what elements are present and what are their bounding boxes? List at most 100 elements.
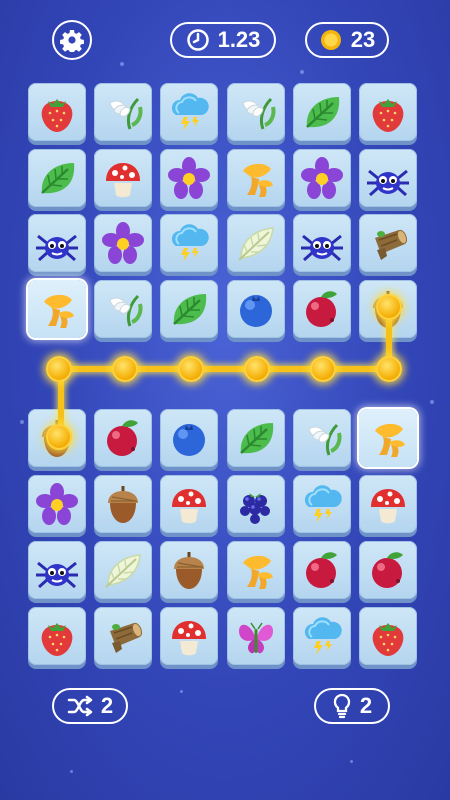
chanterelle-icon [243,555,273,589]
tile-blackberry[interactable] [227,475,285,533]
purple-flower-icon [301,157,343,199]
cranberry-icon [107,420,138,456]
spider-icon [301,234,343,262]
leaf-icon [41,163,75,194]
hint-button[interactable]: 2 [314,688,390,724]
strawberry-icon [41,623,73,656]
tile-chanterelle[interactable] [227,541,285,599]
mushroom-icon [106,163,140,198]
tile-feather[interactable] [94,541,152,599]
tile-storm-cloud[interactable] [293,607,351,665]
tile-strawberry[interactable] [359,607,417,665]
purple-flower-icon [168,157,210,199]
butterfly-icon [239,622,273,654]
leaf-icon [240,423,274,454]
tile-blueberry[interactable] [227,280,285,338]
tree-stump-icon [110,622,143,653]
tile-tree-stump[interactable] [94,607,152,665]
cranberry-icon [306,552,337,588]
tile-strawberry[interactable] [28,83,86,141]
tile-leaf[interactable] [160,280,218,338]
storm-cloud-icon [304,617,342,655]
clock-icon [186,29,209,51]
tile-mushroom[interactable] [359,475,417,533]
tile-mushroom[interactable] [94,149,152,207]
mushroom-icon [172,621,206,656]
blueberry-icon [240,295,272,327]
tile-snowdrop[interactable] [227,83,285,141]
tile-storm-cloud[interactable] [160,83,218,141]
tile-strawberry[interactable] [28,607,86,665]
hint-count: 2 [359,693,373,718]
purple-flower-icon [36,483,78,525]
mushroom-icon [172,489,206,524]
mushroom-icon [371,489,405,524]
tile-purple-flower[interactable] [94,214,152,272]
strawberry-icon [41,99,73,132]
tile-purple-flower[interactable] [293,149,351,207]
tile-leaf[interactable] [227,409,285,467]
tile-tree-stump[interactable] [359,214,417,272]
storm-cloud-icon [171,224,209,262]
storm-cloud-icon [171,93,209,131]
tile-cranberry[interactable] [293,280,351,338]
tile-cranberry[interactable] [293,541,351,599]
tile-cranberry[interactable] [94,409,152,467]
tile-spider[interactable] [28,214,86,272]
purple-flower-icon [102,222,144,264]
chanterelle-icon [243,163,273,197]
tile-cranberry[interactable] [359,541,417,599]
spider-icon [367,169,409,197]
tile-purple-flower[interactable] [160,149,218,207]
tile-leaf[interactable] [28,149,86,207]
tile-acorn[interactable] [160,541,218,599]
settings-button[interactable] [52,20,92,60]
tile-mushroom[interactable] [160,607,218,665]
shuffle-icon [67,695,93,717]
tile-snowdrop[interactable] [293,409,351,467]
tile-chanterelle[interactable] [359,409,417,467]
tile-leaf[interactable] [293,83,351,141]
acorn-icon [174,552,204,589]
strawberry-icon [372,623,404,656]
tile-purple-flower[interactable] [28,475,86,533]
shuffle-button[interactable]: 2 [52,688,128,724]
tile-butterfly[interactable] [227,607,285,665]
tile-snowdrop[interactable] [94,83,152,141]
blueberry-icon [173,424,205,456]
tile-snowdrop[interactable] [94,280,152,338]
tile-mushroom[interactable] [160,475,218,533]
tile-chanterelle[interactable] [227,149,285,207]
tile-strawberry[interactable] [359,83,417,141]
strawberry-icon [372,99,404,132]
snowdrop-icon [109,97,143,130]
coin-icon [320,30,341,50]
lightbulb-icon [333,693,351,719]
acorn-icon [108,486,138,523]
snowdrop-icon [242,97,276,130]
cranberry-icon [372,552,403,588]
tile-blueberry[interactable] [160,409,218,467]
tile-storm-cloud[interactable] [293,475,351,533]
feather-icon [238,227,274,261]
shuffle-count: 2 [100,693,114,718]
storm-cloud-icon [304,485,342,523]
tile-chanterelle[interactable] [28,280,86,338]
spider-icon [36,234,78,262]
snowdrop-icon [109,294,143,327]
tile-spider[interactable] [293,214,351,272]
chanterelle-icon [375,423,405,457]
blackberry-icon [240,493,270,524]
timer-display: 1.23 [170,22,276,58]
tile-feather[interactable] [227,214,285,272]
spider-icon [36,561,78,589]
tile-acorn[interactable] [94,475,152,533]
leaf-icon [173,294,207,325]
coin-counter: 23 [305,22,389,58]
tree-stump-icon [375,229,408,260]
gear-icon [60,30,84,52]
tile-storm-cloud[interactable] [160,214,218,272]
tile-spider[interactable] [359,149,417,207]
snowdrop-icon [308,423,342,456]
tile-spider[interactable] [28,541,86,599]
